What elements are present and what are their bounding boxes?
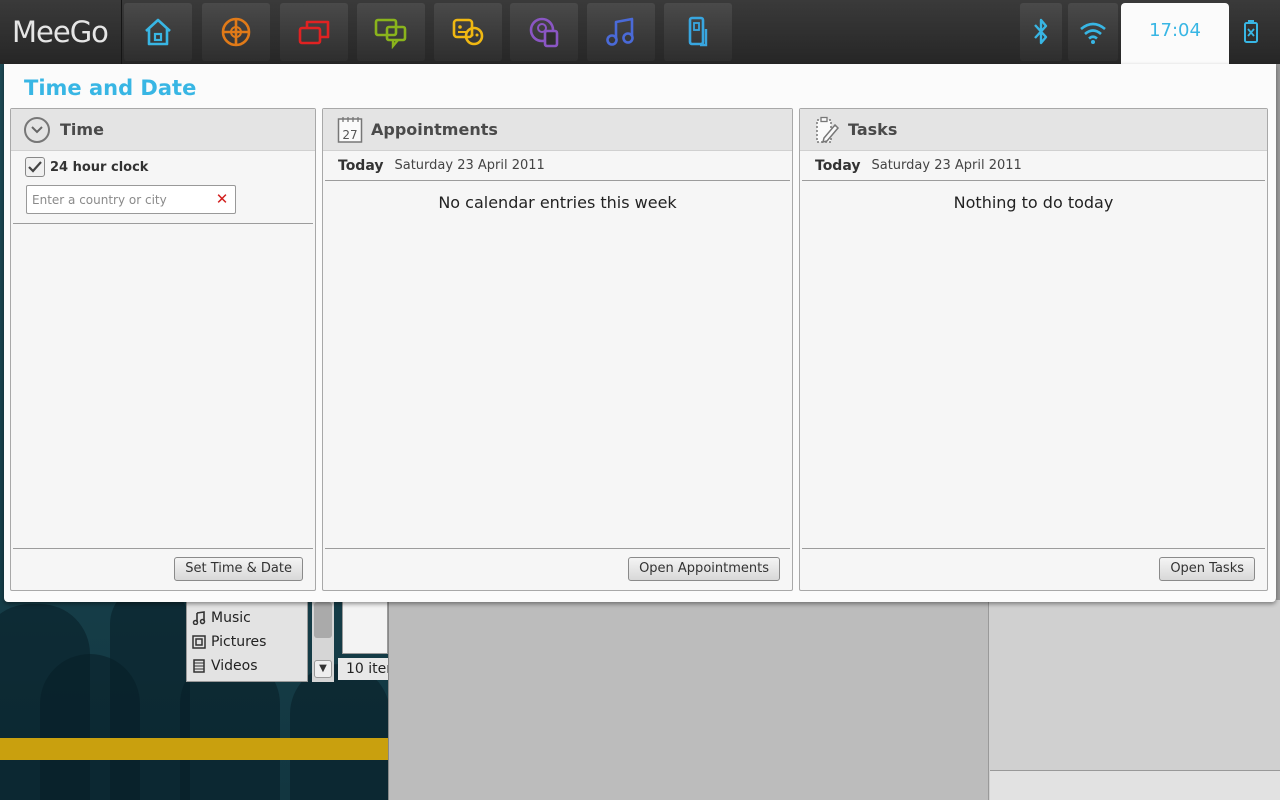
scrollbar-thumb[interactable] (314, 602, 332, 638)
time-footer: Set Time & Date (13, 548, 313, 590)
devices-icon (688, 16, 708, 47)
bluetooth-icon (1034, 18, 1048, 45)
web-icon (529, 17, 559, 48)
applications-button[interactable] (202, 3, 270, 61)
calendar-icon: 27 (337, 116, 363, 143)
time-header: Time (11, 109, 315, 151)
chevron-down-icon[interactable]: ▼ (314, 660, 332, 678)
wallpaper-stripe (0, 738, 388, 760)
wallpaper-shape (110, 584, 190, 800)
appointments-footer: Open Appointments (325, 548, 790, 590)
film-icon (191, 658, 207, 674)
list-item-label: Pictures (211, 634, 267, 650)
background-window (388, 600, 988, 800)
time-column: Time 24 hour clock ✕ Set Time & Date (10, 108, 316, 591)
tasks-header: Tasks (800, 109, 1267, 151)
chat-icon (374, 18, 407, 49)
24-hour-clock-label: 24 hour clock (50, 159, 149, 175)
list-item-label: Videos (211, 658, 258, 674)
open-appointments-button[interactable]: Open Appointments (628, 557, 780, 581)
today-label: Today (815, 157, 861, 174)
time-and-date-panel: Time and Date Time 24 hour clock ✕ Set T… (4, 64, 1276, 602)
bluetooth-button[interactable] (1020, 3, 1062, 61)
today-label: Today (338, 157, 384, 174)
24-hour-clock-toggle[interactable]: 24 hour clock (25, 157, 148, 177)
tasks-column: Tasks Today Saturday 23 April 2011 Nothi… (799, 108, 1268, 591)
chevron-down-icon[interactable] (24, 116, 50, 143)
clock-button[interactable]: 17:04 (1121, 3, 1229, 64)
people-button[interactable] (434, 3, 502, 61)
checkmark-icon (28, 161, 42, 173)
tasks-title: Tasks (848, 120, 898, 139)
appointments-title: Appointments (371, 120, 498, 139)
zones-button[interactable] (280, 3, 348, 61)
file-preview (342, 600, 388, 654)
tasks-footer: Open Tasks (802, 548, 1265, 590)
scrollbar[interactable]: ▼ (312, 600, 334, 682)
time-title: Time (60, 120, 104, 139)
internet-button[interactable] (510, 3, 578, 61)
zones-icon (298, 20, 330, 45)
picture-icon (191, 634, 207, 650)
calendar-day: 27 (342, 128, 357, 142)
myzone-button[interactable] (124, 3, 192, 61)
tasks-date-row: Today Saturday 23 April 2011 (802, 151, 1265, 181)
item-count: 10 items (338, 658, 388, 680)
battery-button[interactable] (1234, 3, 1268, 61)
tasks-empty-message: Nothing to do today (953, 193, 1114, 212)
apps-grid-icon (221, 17, 251, 47)
clear-icon[interactable]: ✕ (215, 192, 229, 207)
panel-title: Time and Date (24, 76, 197, 100)
tasks-clipboard-icon (816, 116, 840, 143)
checkbox[interactable] (25, 157, 45, 177)
devices-button[interactable] (664, 3, 732, 61)
appointments-empty-message: No calendar entries this week (438, 193, 677, 212)
city-search-input[interactable] (27, 186, 207, 213)
appointments-header: 27 Appointments (323, 109, 792, 151)
media-button[interactable] (587, 3, 655, 61)
wifi-button[interactable] (1068, 3, 1118, 61)
list-item[interactable]: Videos (187, 654, 307, 678)
appointments-column: 27 Appointments Today Saturday 23 April … (322, 108, 793, 591)
meego-logo[interactable]: MeeGo (0, 0, 122, 64)
background-window-bar (990, 770, 1280, 800)
status-button[interactable] (357, 3, 425, 61)
music-note-icon (606, 17, 634, 46)
wifi-icon (1080, 22, 1106, 44)
appointments-date-row: Today Saturday 23 April 2011 (325, 151, 790, 181)
home-icon (145, 18, 171, 46)
date-label: Saturday 23 April 2011 (871, 158, 1022, 173)
file-places-list: Music Pictures Videos (186, 600, 308, 682)
top-toolbar: MeeGo 17:04 (0, 0, 1280, 64)
city-search-field[interactable]: ✕ (26, 185, 236, 214)
date-label: Saturday 23 April 2011 (394, 158, 545, 173)
wallpaper-shape (290, 664, 388, 800)
music-note-icon (191, 610, 207, 626)
open-tasks-button[interactable]: Open Tasks (1159, 557, 1255, 581)
list-item[interactable]: Music (187, 606, 307, 630)
divider (13, 223, 313, 224)
people-icon (452, 18, 484, 46)
battery-icon (1244, 20, 1258, 43)
set-time-date-button[interactable]: Set Time & Date (174, 557, 303, 581)
list-item[interactable]: Pictures (187, 630, 307, 654)
list-item-label: Music (211, 610, 251, 626)
